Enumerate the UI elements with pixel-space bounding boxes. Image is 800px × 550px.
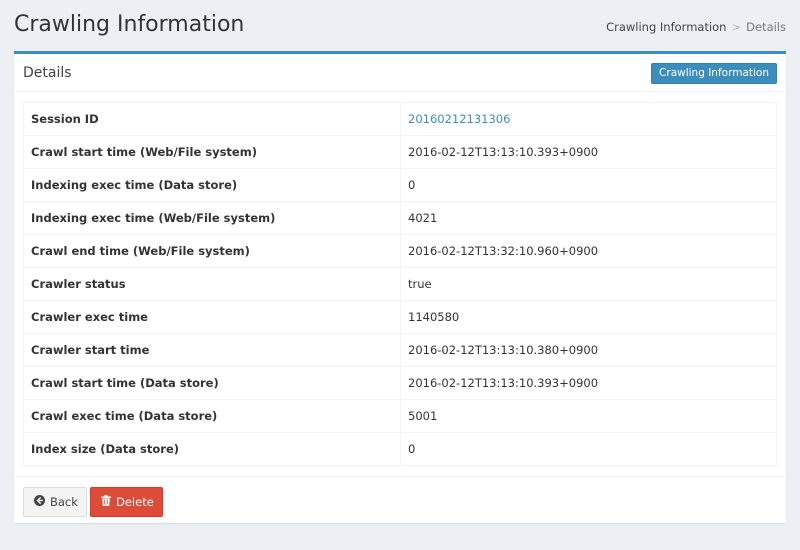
table-row: Crawl start time (Data store) 2016-02-12… — [23, 366, 777, 400]
row-label: Crawl exec time (Data store) — [23, 399, 401, 433]
row-value: 2016-02-12T13:13:10.393+0900 — [400, 135, 777, 169]
crawling-information-button[interactable]: Crawling Information — [651, 63, 777, 84]
details-box: Details Crawling Information Session ID … — [14, 51, 786, 523]
row-value: 0 — [400, 168, 777, 202]
row-label: Session ID — [23, 102, 401, 136]
row-value: 0 — [400, 432, 777, 466]
back-label: Back — [50, 495, 78, 509]
content-header: Crawling Information Crawling Informatio… — [0, 0, 800, 50]
row-value: 5001 — [400, 399, 777, 433]
box-footer: Back Delete — [14, 476, 786, 526]
breadcrumb-active: Details — [746, 20, 786, 34]
trash-icon — [101, 488, 111, 516]
row-value: 2016-02-12T13:32:10.960+0900 — [400, 234, 777, 268]
delete-button[interactable]: Delete — [90, 487, 163, 517]
page-title: Crawling Information — [14, 12, 245, 37]
box-header: Details Crawling Information — [14, 54, 786, 92]
breadcrumb-link[interactable]: Crawling Information — [606, 20, 726, 34]
row-label: Crawl start time (Data store) — [23, 366, 401, 400]
row-value: 4021 — [400, 201, 777, 235]
table-row: Crawler start time 2016-02-12T13:13:10.3… — [23, 333, 777, 367]
row-label: Crawler status — [23, 267, 401, 301]
table-row: Crawler status true — [23, 267, 777, 301]
row-label: Crawler exec time — [23, 300, 401, 334]
row-label: Indexing exec time (Web/File system) — [23, 201, 401, 235]
row-value: 2016-02-12T13:13:10.393+0900 — [400, 366, 777, 400]
row-label: Crawl start time (Web/File system) — [23, 135, 401, 169]
arrow-circle-left-icon — [34, 488, 45, 516]
details-table: Session ID 20160212131306 Crawl start ti… — [23, 102, 777, 466]
table-row: Crawl end time (Web/File system) 2016-02… — [23, 234, 777, 268]
row-value: 2016-02-12T13:13:10.380+0900 — [400, 333, 777, 367]
table-row: Session ID 20160212131306 — [23, 102, 777, 136]
table-row: Crawler exec time 1140580 — [23, 300, 777, 334]
row-label: Crawl end time (Web/File system) — [23, 234, 401, 268]
row-value: true — [400, 267, 777, 301]
breadcrumb: Crawling Information > Details — [606, 20, 786, 34]
row-label: Index size (Data store) — [23, 432, 401, 466]
row-label: Indexing exec time (Data store) — [23, 168, 401, 202]
session-id-link[interactable]: 20160212131306 — [408, 112, 510, 126]
row-label: Crawler start time — [23, 333, 401, 367]
delete-label: Delete — [116, 495, 154, 509]
table-row: Indexing exec time (Data store) 0 — [23, 168, 777, 202]
row-value: 1140580 — [400, 300, 777, 334]
table-row: Crawl start time (Web/File system) 2016-… — [23, 135, 777, 169]
row-value: 20160212131306 — [400, 102, 777, 136]
table-row: Indexing exec time (Web/File system) 402… — [23, 201, 777, 235]
breadcrumb-separator: > — [731, 20, 742, 34]
box-title: Details — [23, 65, 72, 81]
table-row: Crawl exec time (Data store) 5001 — [23, 399, 777, 433]
back-button[interactable]: Back — [23, 487, 87, 517]
table-row: Index size (Data store) 0 — [23, 432, 777, 466]
